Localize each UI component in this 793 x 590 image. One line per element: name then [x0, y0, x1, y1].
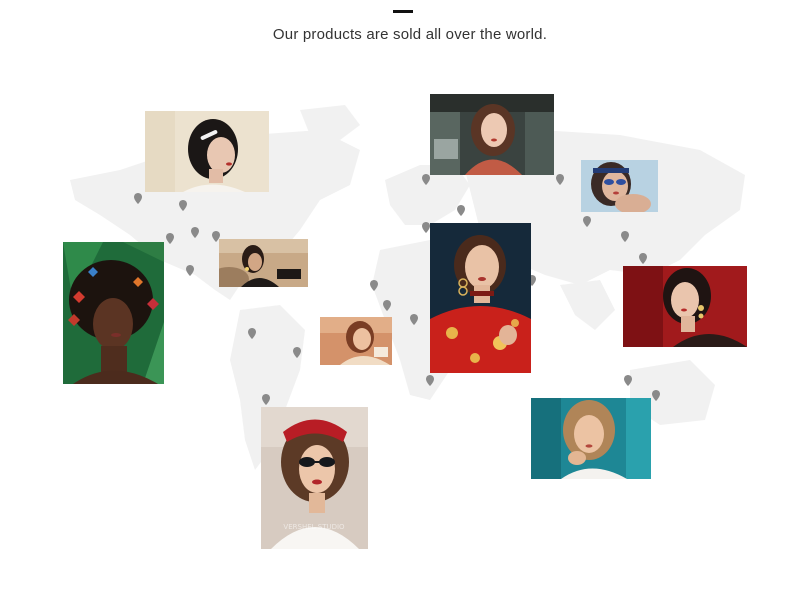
photo-red-floral-dress [430, 223, 531, 373]
photo-curly-hair-butterflies [63, 242, 164, 384]
photo-blue-cat-eye-sunglasses [581, 160, 658, 212]
photo-warm-light-portrait [320, 317, 392, 365]
location-pin-icon [293, 347, 301, 358]
photo-earrings-rocks [219, 239, 308, 287]
photo-cafe-terrace [430, 94, 554, 175]
photo-short-bob-hairclip [145, 111, 269, 192]
location-pin-icon [410, 314, 418, 325]
location-pin-icon [186, 265, 194, 276]
location-pin-icon [457, 205, 465, 216]
location-pin-icon [426, 375, 434, 386]
location-pin-icon [248, 328, 256, 339]
location-pin-icon [191, 227, 199, 238]
location-pin-icon [134, 193, 142, 204]
title-accent-dash [393, 10, 413, 13]
location-pin-icon [583, 216, 591, 227]
section-tagline: Our products are sold all over the world… [272, 26, 548, 43]
photo-teal-background-portrait [531, 398, 651, 479]
location-pin-icon [422, 222, 430, 233]
location-pin-icon [556, 174, 564, 185]
location-pin-icon [639, 253, 647, 264]
location-pin-icon [624, 375, 632, 386]
photo-red-bandana-sunglasses: VERSHEL STUDIO [261, 407, 368, 549]
location-pin-icon [422, 174, 430, 185]
location-pin-icon [621, 231, 629, 242]
photo-watermark: VERSHEL STUDIO [283, 523, 345, 531]
location-pin-icon [370, 280, 378, 291]
location-pin-icon [652, 390, 660, 401]
location-pin-icon [166, 233, 174, 244]
photo-red-backdrop-earrings [623, 266, 747, 347]
location-pin-icon [262, 394, 270, 405]
location-pin-icon [179, 200, 187, 211]
location-pin-icon [383, 300, 391, 311]
